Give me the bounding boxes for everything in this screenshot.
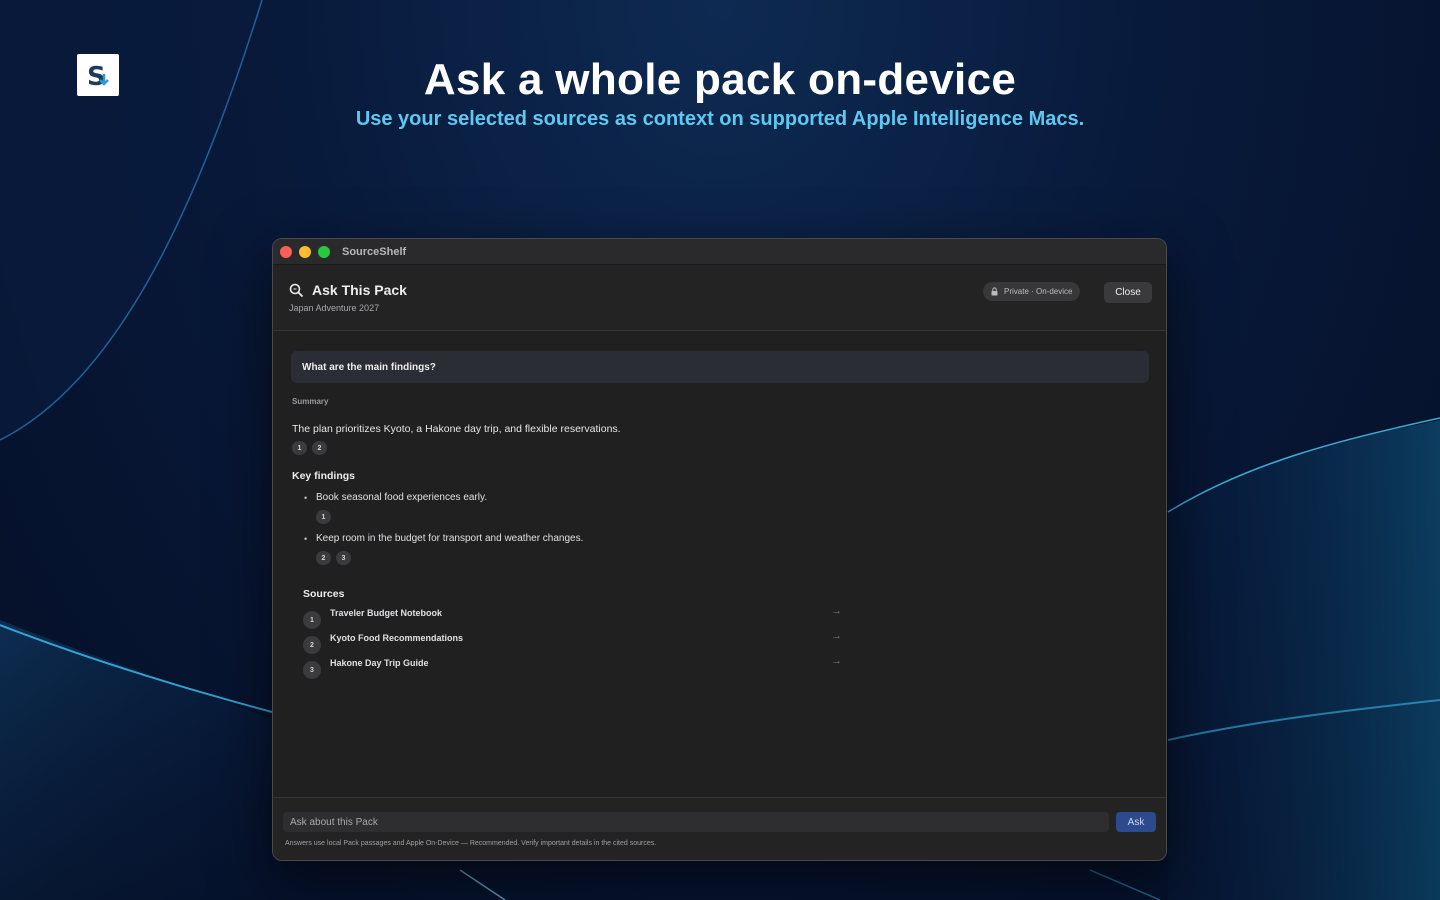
source-name: Kyoto Food Recommendations: [330, 633, 464, 643]
search-icon: [289, 283, 304, 297]
panel-header: Ask This Pack Japan Adventure 2027 Priva…: [273, 265, 1166, 331]
window-zoom-control[interactable]: [318, 245, 330, 258]
arrow-right-icon: →: [831, 605, 842, 617]
pack-name: Japan Adventure 2027: [289, 303, 380, 313]
panel-title-text: Ask This Pack: [312, 282, 407, 298]
window-titlebar: SourceShelf: [273, 239, 1166, 265]
finding-citations: 2 3: [316, 551, 356, 565]
privacy-badge: Private · On-device: [983, 282, 1081, 301]
citation-badge[interactable]: 2: [316, 551, 331, 565]
source-row[interactable]: 3 Hakone Day Trip Guide →: [303, 655, 848, 680]
bullet-icon: •: [304, 534, 308, 544]
ask-input[interactable]: Ask about this Pack: [283, 812, 1109, 832]
summary-text: The plan prioritizes Kyoto, a Hakone day…: [292, 423, 621, 435]
finding-text: Book seasonal food experiences early.: [316, 492, 488, 503]
summary-citations: 1 2: [292, 441, 332, 455]
source-row[interactable]: 1 Traveler Budget Notebook →: [303, 605, 848, 630]
marketing-subhead: Use your selected sources as context on …: [355, 108, 1085, 130]
lock-icon: [991, 287, 998, 296]
window-close-control[interactable]: [280, 245, 292, 258]
marketing-headline: Ask a whole pack on-device: [423, 55, 1017, 104]
footnote: Answers use local Pack passages and Appl…: [285, 840, 657, 847]
app-window: SourceShelf Ask This Pack Japan Adventur…: [272, 238, 1167, 861]
source-name: Hakone Day Trip Guide: [330, 658, 429, 668]
privacy-badge-label: Private · On-device: [1004, 287, 1073, 296]
finding-text: Keep room in the budget for transport an…: [316, 533, 584, 544]
window-title: SourceShelf: [342, 245, 407, 258]
panel-title: Ask This Pack: [289, 282, 407, 298]
arrow-right-icon: →: [831, 630, 842, 642]
close-button[interactable]: Close: [1104, 282, 1152, 303]
source-name: Traveler Budget Notebook: [330, 608, 443, 618]
ask-footer: Ask about this Pack Ask Answers use loca…: [273, 797, 1166, 860]
sources-title: Sources: [303, 588, 345, 600]
source-number: 3: [303, 661, 321, 679]
citation-badge[interactable]: 3: [336, 551, 351, 565]
bullet-icon: •: [304, 493, 308, 503]
ask-button[interactable]: Ask: [1116, 812, 1156, 832]
question-bubble: What are the main findings?: [291, 351, 1149, 383]
arrow-right-icon: →: [831, 655, 842, 667]
citation-badge[interactable]: 2: [312, 441, 327, 455]
source-number: 2: [303, 636, 321, 654]
key-findings-title: Key findings: [292, 470, 356, 482]
summary-label: Summary: [292, 397, 329, 406]
source-row[interactable]: 2 Kyoto Food Recommendations →: [303, 630, 848, 655]
source-number: 1: [303, 611, 321, 629]
finding-citations: 1: [316, 510, 336, 524]
citation-badge[interactable]: 1: [316, 510, 331, 524]
citation-badge[interactable]: 1: [292, 441, 307, 455]
window-minimize-control[interactable]: [299, 245, 311, 258]
